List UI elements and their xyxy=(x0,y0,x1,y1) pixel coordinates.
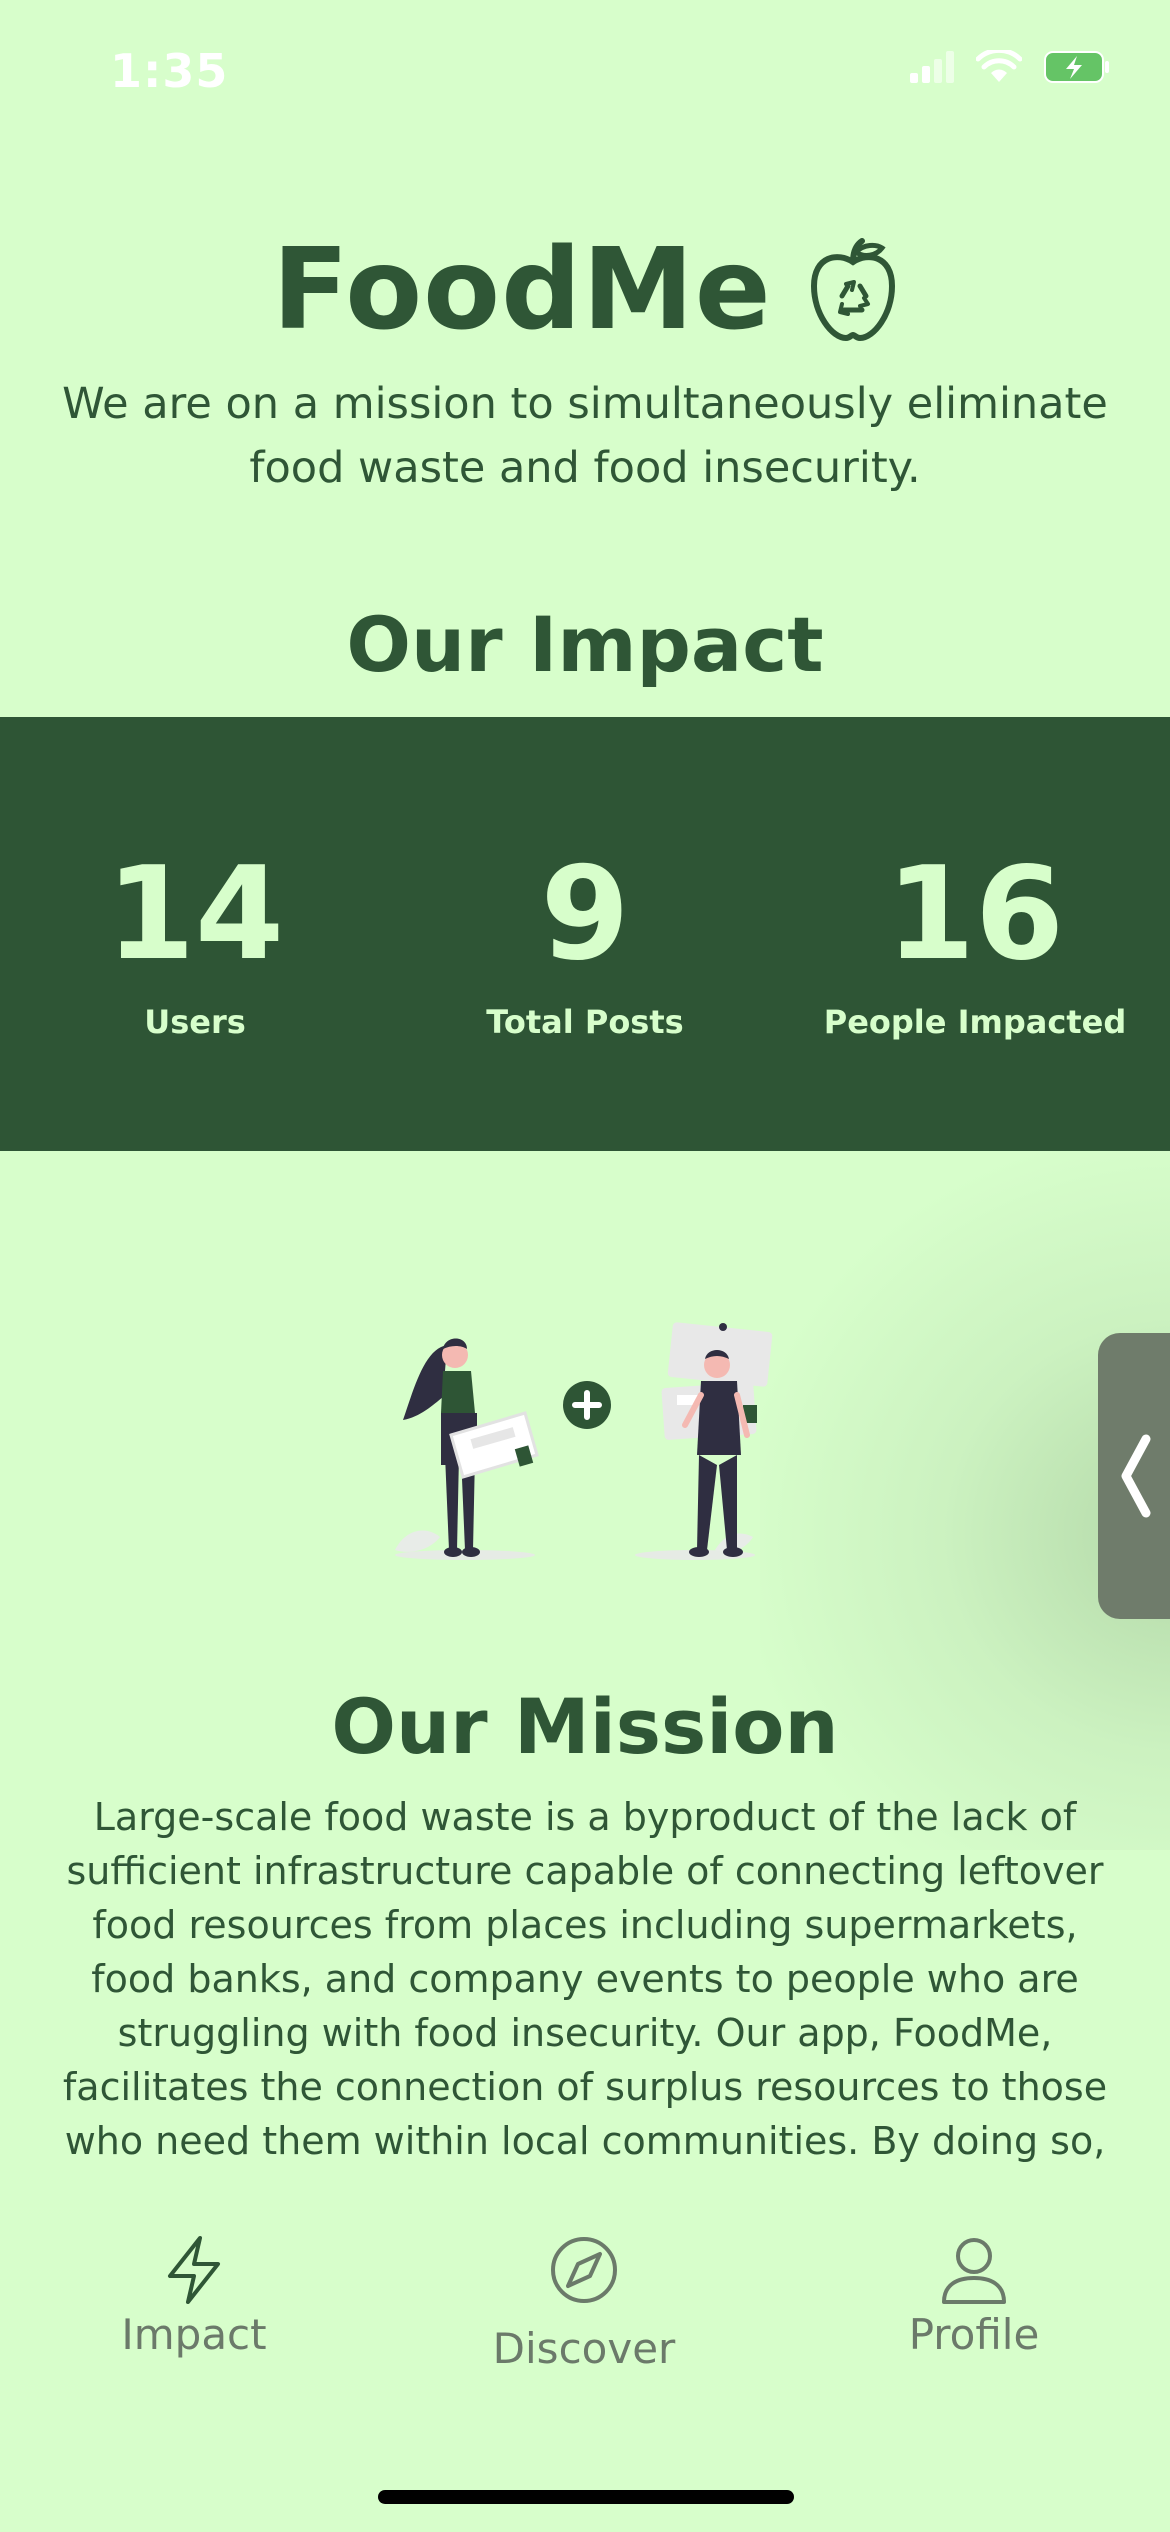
home-indicator[interactable] xyxy=(378,2490,794,2504)
chevron-left-icon xyxy=(1121,1434,1151,1518)
tab-discover[interactable]: Discover xyxy=(454,2234,714,2373)
stat-value: 14 xyxy=(105,840,285,989)
tab-profile[interactable]: Profile xyxy=(844,2234,1104,2359)
people-sharing-illustration xyxy=(395,1322,773,1560)
tagline: We are on a mission to simultaneously el… xyxy=(62,379,1108,493)
tab-label: Discover xyxy=(492,2324,676,2373)
status-icons xyxy=(910,50,1110,84)
mission-body: Large-scale food waste is a byproduct of… xyxy=(62,1795,1108,2163)
impact-section-title: Our Impact xyxy=(346,600,824,689)
stat-people-impacted: 16 People Impacted xyxy=(780,840,1170,1042)
app-header: FoodMe xyxy=(0,225,1170,355)
lightning-icon xyxy=(168,2236,220,2304)
apple-recycle-icon xyxy=(810,238,895,342)
stat-value: 16 xyxy=(885,840,1065,989)
wifi-icon xyxy=(976,50,1022,82)
bottom-tab-bar: Impact Discover Profile xyxy=(0,2200,1170,2532)
cellular-signal-icon xyxy=(910,51,954,83)
stat-label: Total Posts xyxy=(486,1003,684,1041)
stat-label: Users xyxy=(144,1003,246,1041)
stat-label: People Impacted xyxy=(823,1003,1127,1041)
person-icon xyxy=(942,2238,1006,2304)
status-time: 1:35 xyxy=(110,44,229,98)
mission-section-title: Our Mission xyxy=(331,1682,839,1771)
compass-icon xyxy=(551,2237,617,2303)
battery-charging-icon xyxy=(1044,51,1109,83)
stat-users: 14 Users xyxy=(0,840,390,1042)
status-bar: 1:35 xyxy=(0,0,1170,150)
app-title: FoodMe xyxy=(272,225,772,355)
impact-stats-band: 14 Users 9 Total Posts 16 People Impacte… xyxy=(0,717,1170,1151)
tab-label: Impact xyxy=(121,2310,267,2359)
tab-impact[interactable]: Impact xyxy=(64,2234,324,2359)
tab-label: Profile xyxy=(908,2310,1040,2359)
stat-total-posts: 9 Total Posts xyxy=(390,840,780,1042)
stat-value: 9 xyxy=(540,840,630,989)
side-drawer-handle[interactable] xyxy=(1098,1333,1170,1619)
